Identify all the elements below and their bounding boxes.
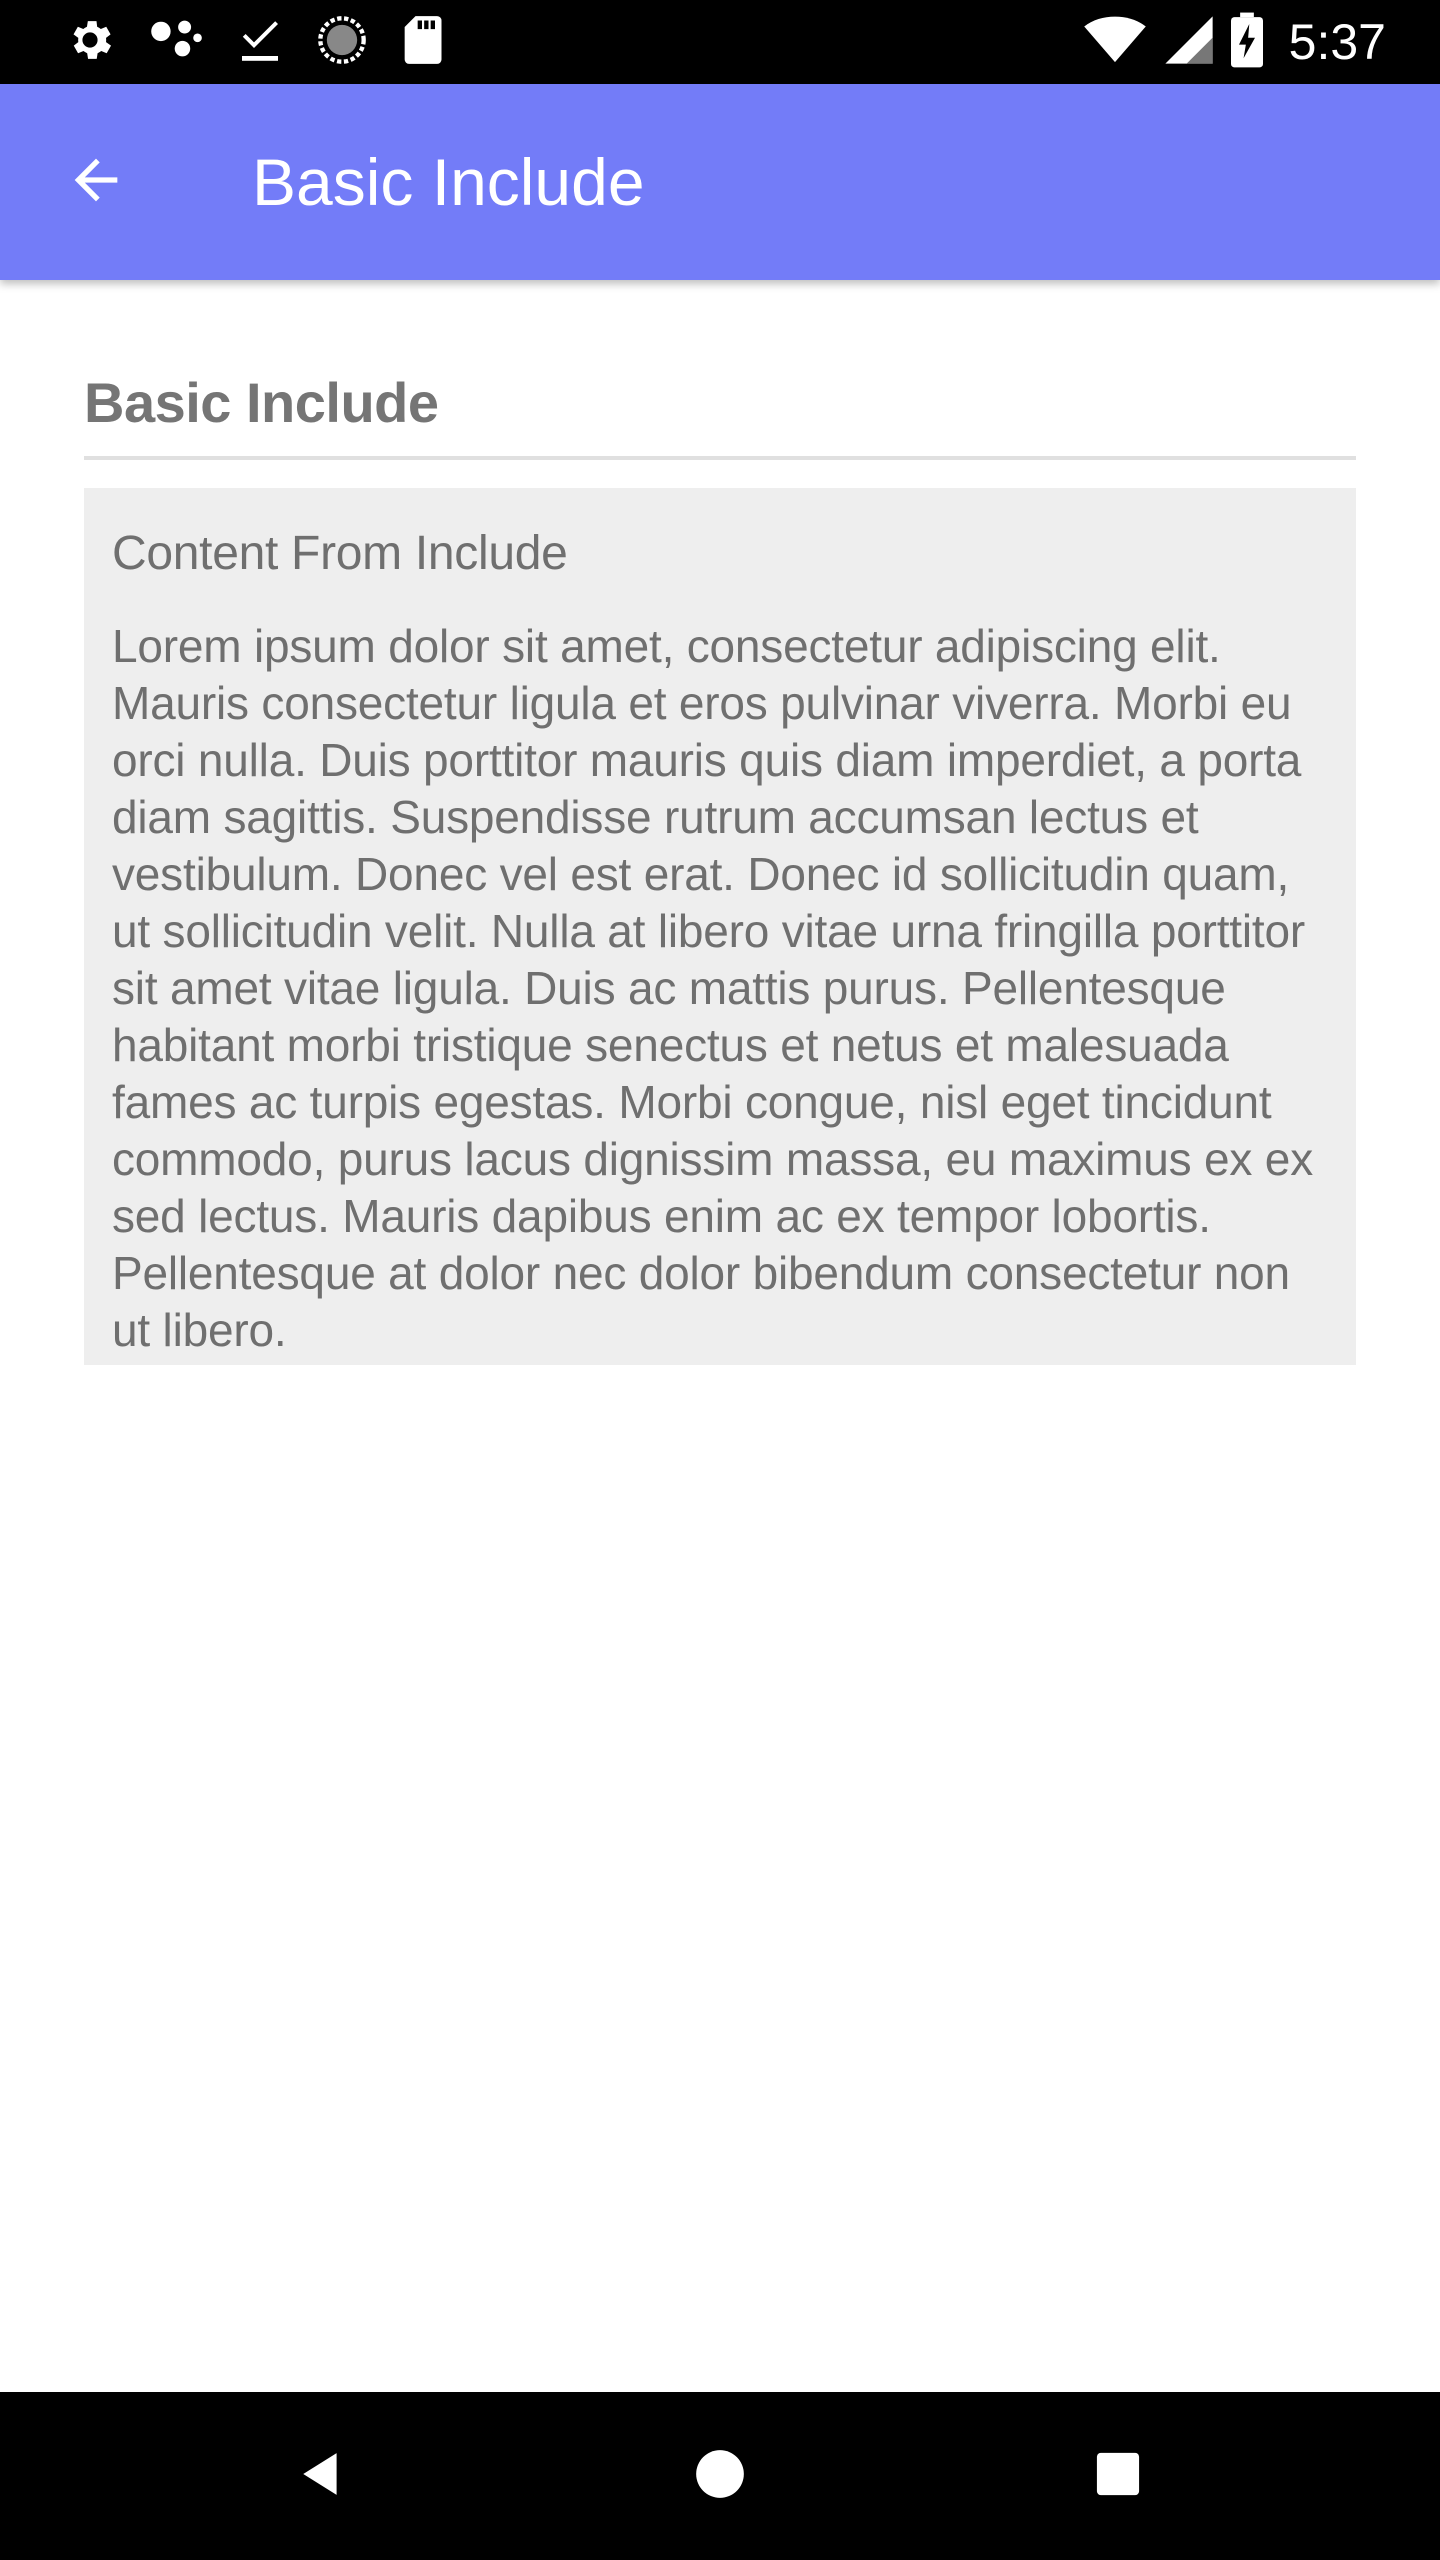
include-heading: Content From Include: [112, 527, 568, 580]
assistant-icon: [148, 14, 204, 71]
arrow-back-icon: [64, 148, 128, 217]
wifi-icon: [1083, 14, 1147, 71]
sd-card-icon: [400, 14, 444, 71]
section-title: Basic Include: [84, 360, 1356, 460]
app-bar-title: Basic Include: [252, 145, 645, 219]
back-triangle-icon: [297, 2449, 347, 2504]
nav-home-button[interactable]: [680, 2436, 760, 2516]
include-box: Content From Include Lorem ipsum dolor s…: [84, 488, 1356, 1365]
include-body-text: Lorem ipsum dolor sit amet, consectetur …: [112, 620, 1313, 1356]
settings-icon: [64, 14, 116, 71]
battery-charging-icon: [1230, 12, 1263, 73]
status-bar: 5:37: [0, 0, 1440, 84]
nav-back-button[interactable]: [282, 2436, 362, 2516]
main-content: Basic Include Content From Include Lorem…: [84, 360, 1356, 1365]
back-button[interactable]: [60, 146, 132, 218]
app-bar: Basic Include: [0, 84, 1440, 280]
nav-recents-button[interactable]: [1078, 2436, 1158, 2516]
status-left-icons: [64, 14, 444, 71]
sync-icon: [316, 14, 368, 71]
recents-square-icon: [1095, 2451, 1141, 2502]
download-done-icon: [236, 14, 284, 71]
status-right-icons: 5:37: [1083, 12, 1386, 73]
navigation-bar: [0, 2392, 1440, 2560]
cell-signal-icon: [1163, 14, 1215, 71]
home-circle-icon: [694, 2448, 746, 2505]
status-time: 5:37: [1288, 14, 1386, 70]
